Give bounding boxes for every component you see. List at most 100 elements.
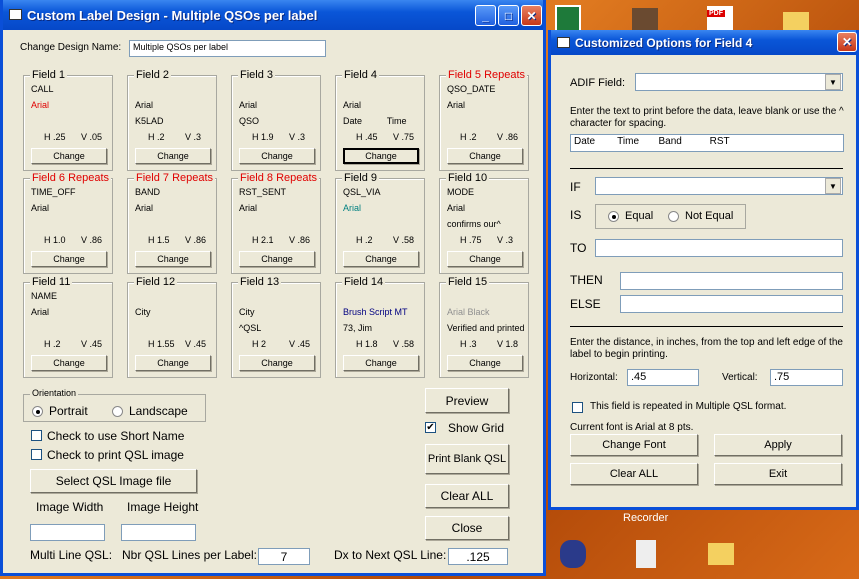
field-change-button[interactable]: Change (239, 251, 315, 267)
print-image-label[interactable]: Check to print QSL image (47, 448, 184, 462)
lines-per-label-input[interactable]: 7 (258, 548, 310, 565)
prefix-help-text: Enter the text to print before the data,… (570, 106, 844, 129)
print-blank-qsl-button[interactable]: Print Blank QSL (425, 444, 509, 474)
image-width-input[interactable] (30, 524, 105, 541)
field-change-button[interactable]: Change (239, 148, 315, 164)
field-title: Field 2 (134, 69, 172, 81)
apply-button[interactable]: Apply (714, 434, 842, 456)
maximize-button[interactable]: □ (498, 5, 519, 26)
not-equal-label[interactable]: Not Equal (685, 210, 733, 222)
field-change-button[interactable]: Change (447, 251, 523, 267)
landscape-radio[interactable] (112, 406, 123, 417)
equal-label[interactable]: Equal (625, 210, 653, 222)
field-change-button[interactable]: Change (343, 148, 419, 164)
dialog-titlebar[interactable]: Customized Options for Field 4 ✕ (551, 30, 857, 55)
field-change-button[interactable]: Change (135, 355, 211, 371)
minimize-button[interactable]: _ (475, 5, 496, 26)
dialog-clear-all-button[interactable]: Clear ALL (570, 463, 698, 485)
field-font-name: Arial (31, 307, 50, 317)
field-prefix-text: 73, Jim (343, 323, 373, 333)
field-change-button[interactable]: Change (343, 355, 419, 371)
field-box: Field 4 Arial Date Time H .45 V .75 Change (335, 69, 425, 171)
field-h-position: H 1.9 (252, 132, 274, 142)
adif-field-select[interactable] (635, 73, 843, 91)
change-font-button[interactable]: Change Font (570, 434, 698, 456)
repeat-field-label[interactable]: This field is repeated in Multiple QSL f… (590, 401, 786, 412)
field-change-button[interactable]: Change (135, 148, 211, 164)
field-v-position: V .75 (393, 132, 415, 142)
dialog-lower: Clear ALL Exit (548, 460, 859, 510)
horizontal-input[interactable]: .45 (627, 369, 699, 386)
dx-next-line-label: Dx to Next QSL Line: (334, 548, 447, 562)
field-change-button[interactable]: Change (447, 355, 523, 371)
field-adif-name: QSL_VIA (343, 187, 381, 197)
field-change-button[interactable]: Change (239, 355, 315, 371)
notepad-desktop-icon[interactable] (636, 540, 656, 568)
field-adif-name: CALL (31, 84, 54, 94)
field-v-position: V .58 (393, 235, 415, 245)
is-label: IS (570, 208, 582, 222)
close-button[interactable]: Close (425, 516, 509, 540)
orientation-group: Orientation Portrait Landscape (23, 388, 206, 422)
distance-help-text: Enter the distance, in inches, from the … (570, 337, 843, 360)
field-box: Field 7 Repeats BAND Arial H 1.5 V .86 Change (127, 172, 217, 274)
design-name-input[interactable]: Multiple QSOs per label (129, 40, 326, 57)
font-info-text: Current font is Arial at 8 pts. (570, 422, 694, 433)
print-image-checkbox[interactable] (31, 449, 42, 460)
folder-desktop-icon-2[interactable] (708, 543, 734, 565)
show-grid-label[interactable]: Show Grid (448, 421, 504, 435)
field-change-button[interactable]: Change (31, 148, 107, 164)
field-box: Field 1 CALL Arial H .25 V .05 Change (23, 69, 113, 171)
exit-button[interactable]: Exit (714, 463, 842, 485)
not-equal-radio[interactable] (668, 211, 679, 222)
field-change-button[interactable]: Change (343, 251, 419, 267)
prefix-text-input[interactable]: Date Time Band RST (570, 134, 844, 152)
image-height-input[interactable] (121, 524, 196, 541)
field-v-position: V .3 (185, 132, 202, 142)
field-change-button[interactable]: Change (31, 251, 107, 267)
main-titlebar[interactable]: Custom Label Design - Multiple QSOs per … (3, 0, 543, 30)
vertical-input[interactable]: .75 (770, 369, 843, 386)
excel-desktop-icon[interactable] (555, 5, 581, 33)
pegasus-desktop-icon[interactable] (560, 540, 586, 568)
field-box: Field 12 City H 1.55 V .45 Change (127, 276, 217, 378)
field-title: Field 1 (30, 69, 68, 81)
field-title: Field 15 (446, 276, 490, 288)
chevron-down-icon[interactable]: ▼ (825, 74, 841, 90)
field-box: Field 15 Arial Black Verified and printed H… (439, 276, 529, 378)
chevron-down-icon[interactable]: ▼ (825, 178, 841, 194)
select-image-button[interactable]: Select QSL Image file (30, 469, 197, 493)
else-input[interactable] (620, 295, 843, 313)
field-title: Field 8 Repeats (238, 172, 320, 184)
field-prefix-text: QSO (239, 116, 260, 126)
field-font-name: Arial (447, 203, 466, 213)
portrait-radio[interactable] (32, 406, 43, 417)
folder-desktop-icon[interactable] (783, 12, 809, 32)
to-input[interactable] (595, 239, 843, 257)
field-font-name: Arial (343, 203, 362, 213)
field-change-button[interactable]: Change (135, 251, 211, 267)
preview-button[interactable]: Preview (425, 388, 509, 413)
customized-options-dialog: Customized Options for Field 4 ✕ ADIF Fi… (548, 30, 859, 464)
field-prefix-text: Verified and printed (447, 323, 525, 333)
show-grid-checkbox[interactable]: ✔ (425, 422, 436, 433)
field-v-position: V .86 (81, 235, 103, 245)
repeat-field-checkbox[interactable] (572, 402, 583, 413)
clear-all-button[interactable]: Clear ALL (425, 484, 509, 508)
then-input[interactable] (620, 272, 843, 290)
short-name-checkbox[interactable] (31, 430, 42, 441)
equal-radio[interactable] (608, 211, 619, 222)
short-name-label[interactable]: Check to use Short Name (47, 429, 184, 443)
field-font-name: Arial (343, 100, 362, 110)
portrait-label[interactable]: Portrait (49, 404, 88, 418)
dx-next-line-input[interactable]: .125 (448, 548, 508, 565)
close-window-button[interactable]: ✕ (521, 5, 542, 26)
landscape-label[interactable]: Landscape (129, 404, 188, 418)
field-h-position: H .2 (460, 132, 477, 142)
field-change-button[interactable]: Change (31, 355, 107, 371)
field-title: Field 10 (446, 172, 490, 184)
field-change-button[interactable]: Change (447, 148, 523, 164)
if-select[interactable] (595, 177, 843, 195)
dialog-close-button[interactable]: ✕ (837, 32, 857, 52)
field-title: Field 12 (134, 276, 178, 288)
